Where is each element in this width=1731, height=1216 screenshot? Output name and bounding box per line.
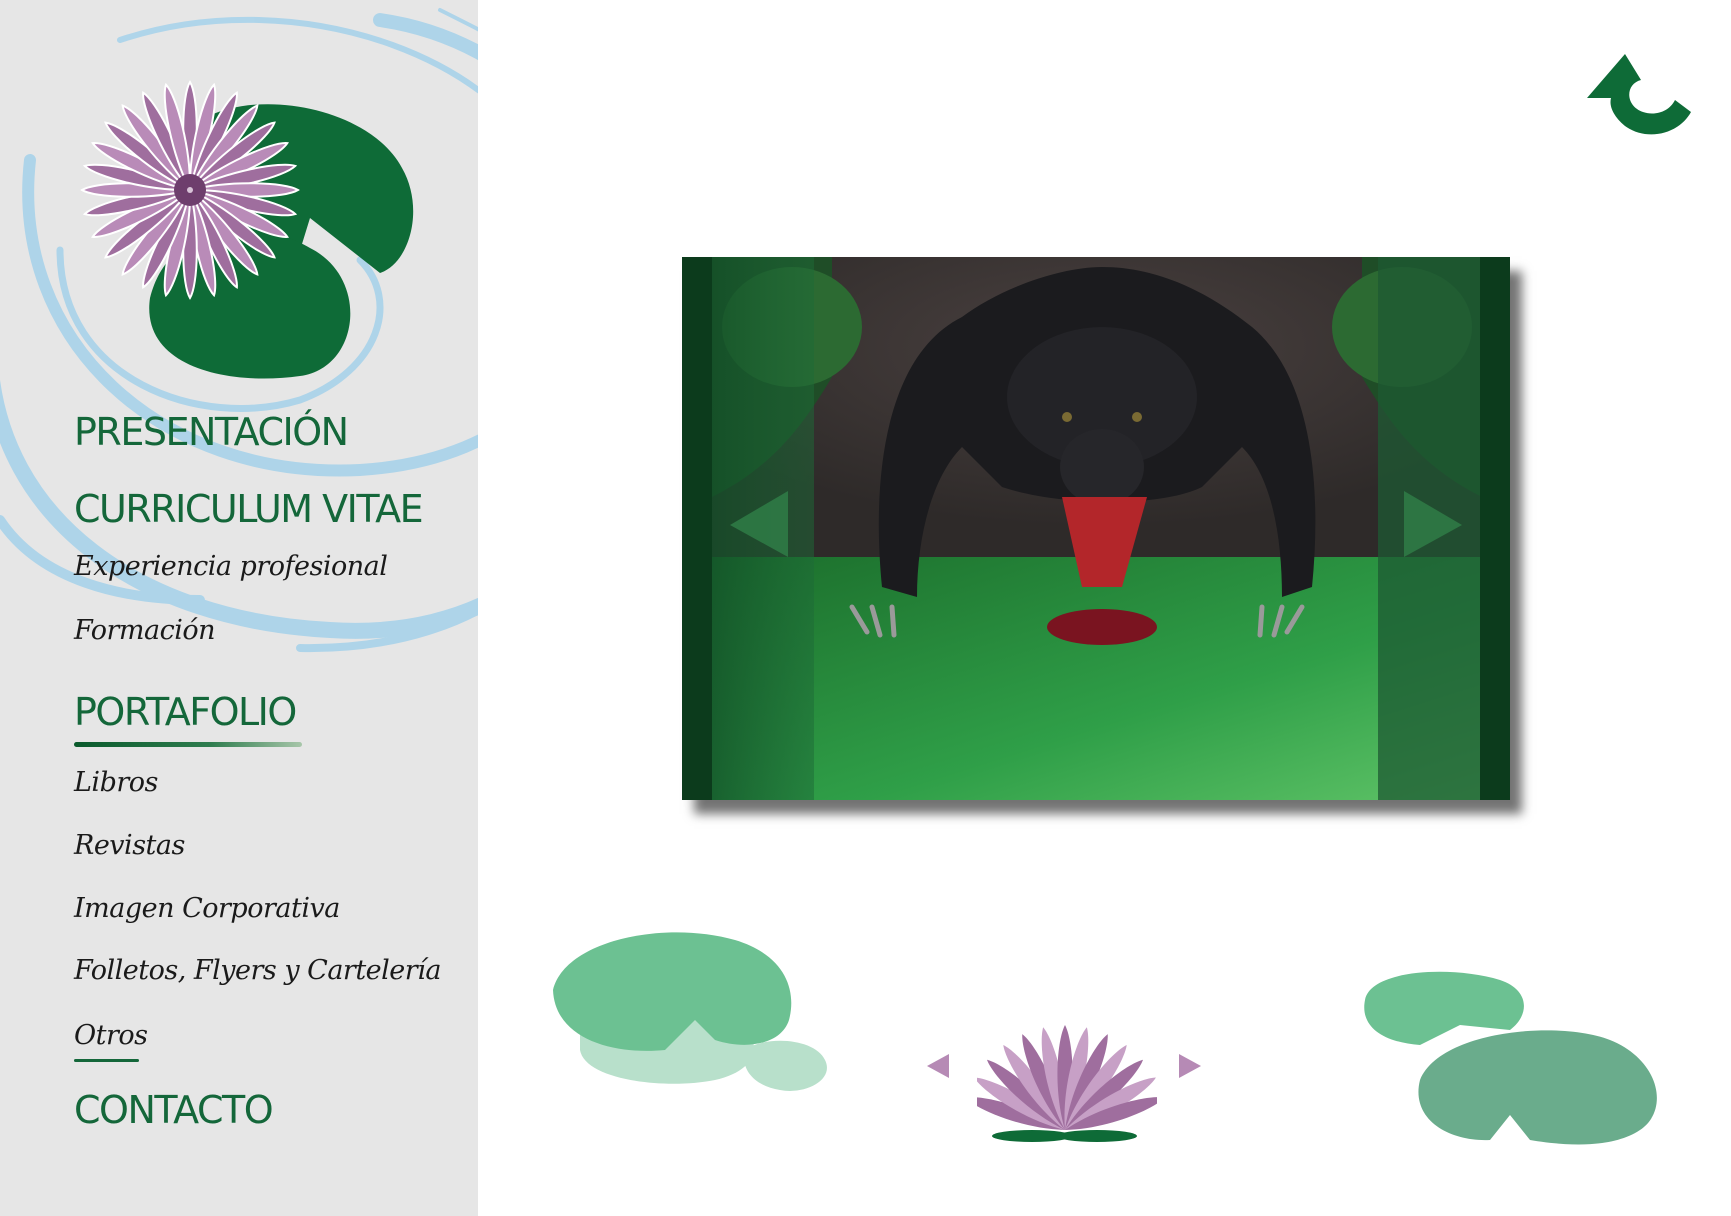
nav-contacto[interactable]: CONTACTO [74, 1088, 274, 1132]
lotus-icon[interactable] [977, 1010, 1157, 1145]
image-viewer [682, 257, 1510, 800]
nav-curriculum-vitae[interactable]: CURRICULUM VITAE [74, 487, 424, 531]
nav-folletos-flyers-carteleria[interactable]: Folletos, Flyers y Cartelería [74, 955, 441, 986]
nav-presentacion[interactable]: PRESENTACIÓN [74, 410, 349, 454]
nav-portafolio[interactable]: PORTAFOLIO [74, 690, 297, 734]
triangle-right-icon[interactable] [1177, 1052, 1203, 1080]
lily-pads-decoration-right [1364, 971, 1657, 1145]
active-section-underline [74, 742, 302, 747]
nav-revistas[interactable]: Revistas [74, 830, 185, 861]
nav-experiencia-profesional[interactable]: Experiencia profesional [74, 551, 388, 582]
triangle-left-icon[interactable] [925, 1052, 951, 1080]
sidebar: PRESENTACIÓN CURRICULUM VITAE Experienci… [0, 0, 478, 1216]
nav-libros[interactable]: Libros [74, 767, 158, 798]
nav-formacion[interactable]: Formación [74, 615, 216, 646]
active-subsection-underline [74, 1059, 139, 1062]
page-navigation [915, 1010, 1215, 1145]
nav-imagen-corporativa[interactable]: Imagen Corporativa [74, 893, 340, 924]
nav-otros[interactable]: Otros [74, 1020, 148, 1051]
chevron-right-icon[interactable] [1400, 489, 1466, 559]
water-lily-logo [80, 80, 414, 379]
back-arrow-icon[interactable] [1585, 52, 1691, 136]
portfolio-illustration [682, 257, 1510, 800]
chevron-left-icon[interactable] [726, 489, 792, 559]
lily-pads-decoration-left [553, 932, 827, 1091]
